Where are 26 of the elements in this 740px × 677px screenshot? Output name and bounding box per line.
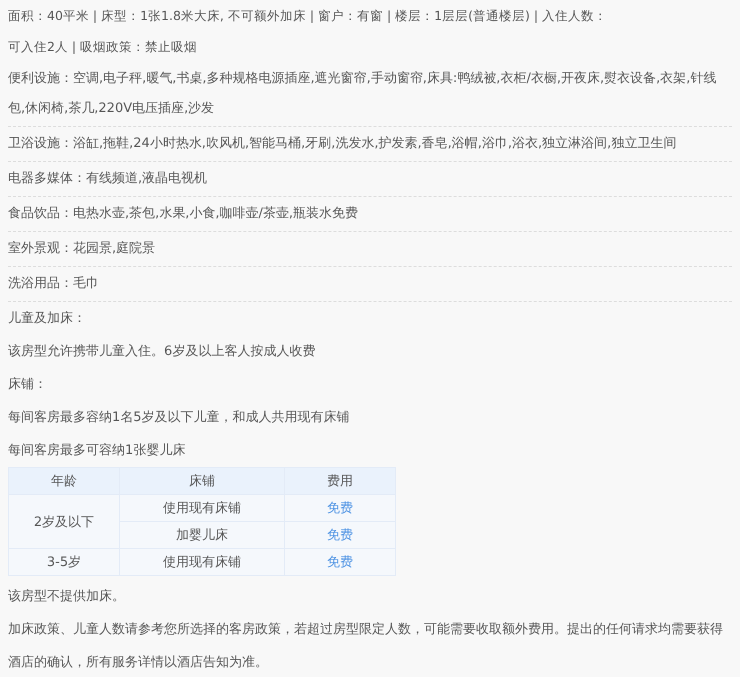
column-header: 床铺 [120, 468, 284, 494]
table-cell: 使用现有床铺 [120, 494, 284, 522]
section-title: 床铺： [8, 376, 48, 394]
facility-text: 卫浴设施：浴缸,拖鞋,24小时热水,吹风机,智能马桶,牙刷,洗发水,护发素,香皂,浴帽,浴巾,浴衣,独立淋浴间,独立卫生间 [8, 127, 732, 162]
table-cell: 加婴儿床 [120, 522, 284, 548]
table-cell: 2岁及以下 [8, 494, 120, 548]
policy-text: 加床政策、儿童人数请参考您所选择的客房政策，若超过房型限定人数，可能需要收取额外费用。提出的任何请求均需要获得酒店的确认，所有服务详情以酒店告知为准。 [8, 621, 724, 672]
facility-text: 洗浴用品：毛巾 [8, 267, 732, 302]
facility-text: 电器多媒体：有线频道,液晶电视机 [8, 162, 732, 197]
column-header: 年龄 [8, 468, 120, 494]
table-cell: 免费 [284, 522, 396, 548]
room-summary: 可入住2人 | 吸烟政策：禁止吸烟 [8, 38, 198, 56]
policy-text: 该房型不提供加床。 [8, 588, 126, 606]
facility-text: 食品饮品：电热水壶,茶包,水果,小食,咖啡壶/茶壶,瓶装水免费 [8, 197, 732, 232]
policy-text: 该房型允许携带儿童入住。6岁及以上客人按成人收费 [8, 343, 316, 361]
section-title: 儿童及加床： [8, 310, 87, 328]
table-cell: 3-5岁 [8, 548, 120, 576]
policy-text: 每间客房最多可容纳1张婴儿床 [8, 442, 186, 460]
table-cell: 免费 [284, 548, 396, 576]
facility-text: 室外景观：花园景,庭院景 [8, 232, 732, 267]
column-header: 费用 [284, 468, 396, 494]
policy-text: 每间客房最多容纳1名5岁及以下儿童，和成人共用现有床铺 [8, 409, 351, 427]
table-cell: 使用现有床铺 [120, 548, 284, 576]
table-cell: 免费 [284, 494, 396, 522]
facility-text: 便利设施：空调,电子秤,暖气,书桌,多种规格电源插座,遮光窗帘,手动窗帘,床具:鸭绒被,衣柜/衣橱,开夜床,熨衣设备,衣架,针线包,休闲椅,茶几,220V电压插座,沙发 [8, 62, 732, 127]
room-summary: 面积：40平米 | 床型：1张1.8米大床, 不可额外加床 | 窗户：有窗 | 楼层：1层层(普通楼层) | 入住人数： [8, 7, 608, 25]
